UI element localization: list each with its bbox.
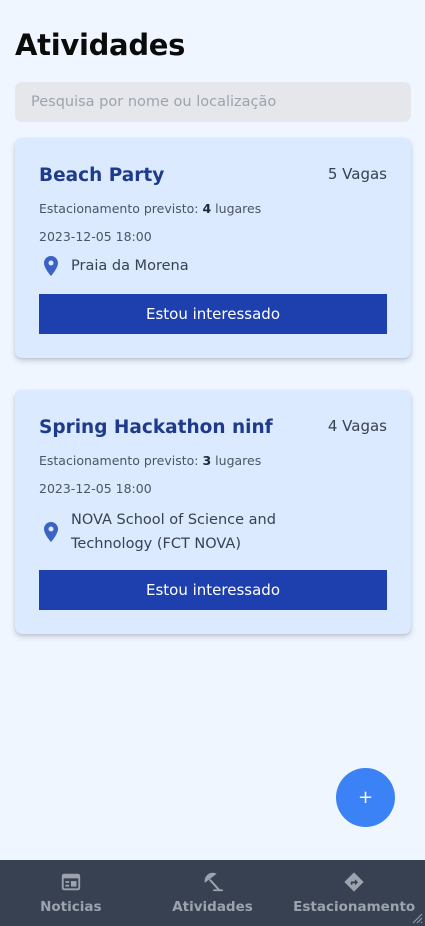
directions-icon (344, 872, 364, 892)
activity-parking: Estacionamento previsto: 4 lugares (39, 201, 261, 216)
umbrella-beach-icon (204, 872, 223, 892)
activity-location: NOVA School of Science and Technology (F… (39, 508, 311, 556)
search-input[interactable] (15, 82, 411, 122)
activity-card: Spring Hackathon ninf 4 Vagas Estacionam… (15, 390, 411, 634)
activity-title: Spring Hackathon ninf (39, 417, 273, 438)
parking-count: 3 (202, 453, 212, 468)
activity-vagas: 5 Vagas (327, 165, 387, 183)
interested-button[interactable]: Estou interessado (39, 294, 387, 334)
nav-label: Estacionamento (293, 899, 416, 915)
nav-item-estacionamento[interactable]: Estacionamento (283, 860, 425, 926)
location-text: Praia da Morena (71, 258, 189, 274)
nav-label: Atividades (172, 899, 253, 915)
parking-label: Estacionamento previsto: (39, 201, 199, 216)
nav-item-atividades[interactable]: Atividades (142, 860, 284, 926)
resize-grip-icon[interactable] (411, 912, 423, 924)
parking-count: 4 (202, 201, 212, 216)
nav-item-noticias[interactable]: Noticias (0, 860, 142, 926)
activity-datetime: 2023-12-05 18:00 (39, 229, 152, 244)
bottom-nav: Noticias Atividades Estacionamento (0, 860, 425, 926)
add-activity-button[interactable]: + (336, 768, 395, 827)
activity-location: Praia da Morena (39, 254, 189, 278)
activity-card: Beach Party 5 Vagas Estacionamento previ… (15, 138, 411, 358)
activity-datetime: 2023-12-05 18:00 (39, 481, 152, 496)
location-text: NOVA School of Science and Technology (F… (71, 512, 276, 552)
page-title: Atividades (15, 28, 186, 62)
activity-title: Beach Party (39, 165, 165, 186)
newspaper-icon (61, 873, 80, 891)
interested-button[interactable]: Estou interessado (39, 570, 387, 610)
location-pin-icon (44, 256, 58, 276)
activity-vagas: 4 Vagas (327, 417, 387, 435)
parking-unit: lugares (215, 201, 262, 216)
activity-parking: Estacionamento previsto: 3 lugares (39, 453, 261, 468)
location-pin-icon (44, 522, 58, 542)
parking-label: Estacionamento previsto: (39, 453, 199, 468)
parking-unit: lugares (215, 453, 262, 468)
nav-label: Noticias (40, 899, 102, 915)
